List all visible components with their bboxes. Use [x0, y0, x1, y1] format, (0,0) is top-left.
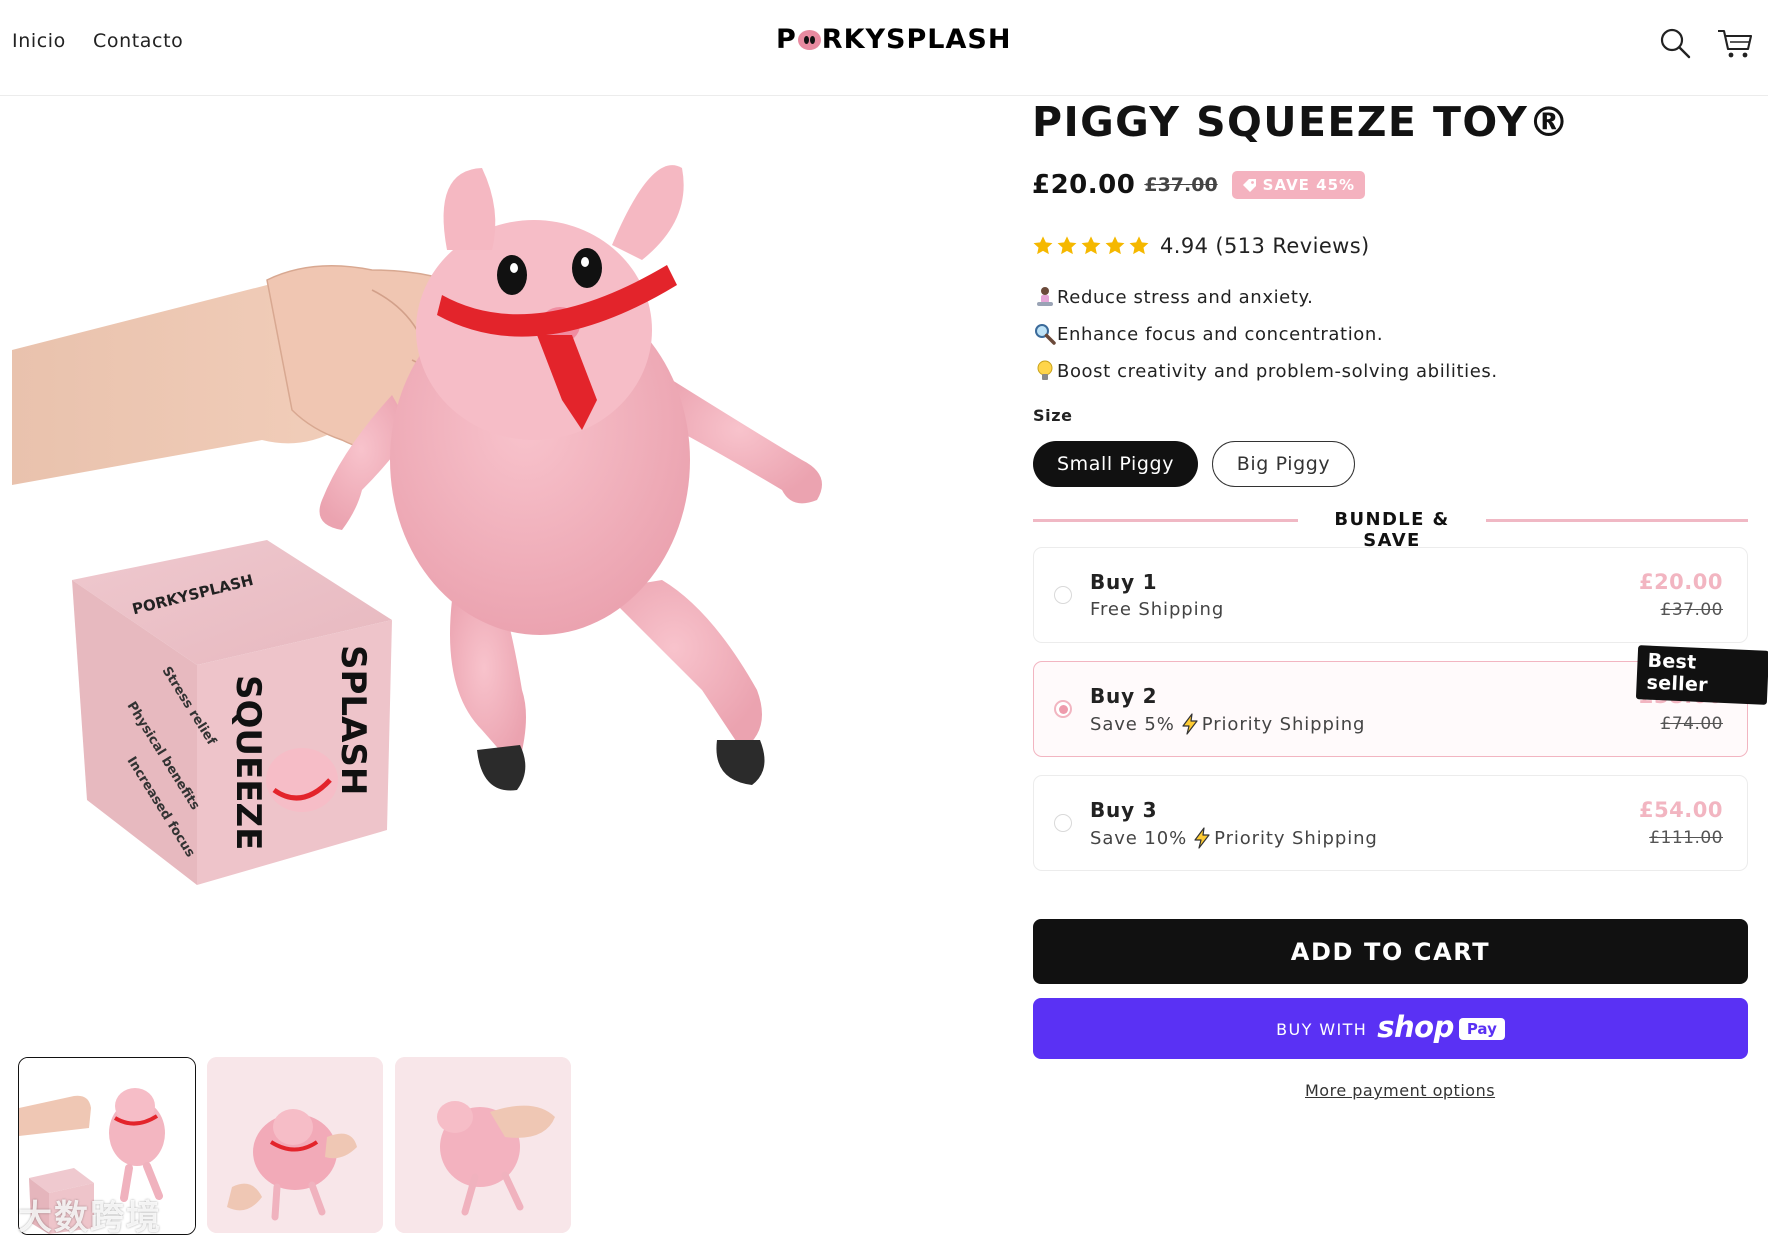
- benefit-item: Enhance focus and concentration.: [1034, 323, 1383, 345]
- sale-price: £20.00: [1032, 170, 1136, 200]
- thumbnail-3[interactable]: [395, 1057, 571, 1233]
- offer-price: £20.00: [1638, 570, 1723, 594]
- best-seller-badge: Best seller: [1635, 645, 1768, 705]
- magnifier-icon: [1034, 323, 1056, 345]
- more-payment-options-link[interactable]: More payment options: [1305, 1081, 1495, 1100]
- tag-icon: [1242, 178, 1256, 192]
- offer-radio[interactable]: [1054, 700, 1072, 718]
- size-option-big-piggy[interactable]: Big Piggy: [1212, 441, 1355, 487]
- star-icon: [1105, 236, 1125, 255]
- offer-subtitle-text: Save 5%: [1090, 713, 1175, 735]
- cart-icon[interactable]: [1716, 26, 1754, 60]
- bundle-divider-left: [1033, 519, 1298, 522]
- watermark-text: 大数跨境: [18, 1198, 162, 1238]
- offer-subtitle-text: Save 10%: [1090, 827, 1188, 849]
- star-icon: [1057, 236, 1077, 255]
- star-icon: [1033, 236, 1053, 255]
- offer-title: Buy 1: [1090, 570, 1158, 594]
- pig-snout-icon: [797, 29, 821, 50]
- offer-subtitle: Save 10% Priority Shipping: [1090, 827, 1378, 849]
- offer-subtitle-text: Free Shipping: [1090, 599, 1225, 620]
- box-side-splash: SPLASH: [333, 645, 373, 795]
- brand-logo[interactable]: P RKYSPLASH: [776, 24, 1011, 55]
- logo-text-end: RKYSPLASH: [821, 24, 1012, 55]
- lightning-icon: [1194, 827, 1210, 849]
- shop-pay-brand: shop: [1377, 1009, 1454, 1044]
- offer-shipping-text: Priority Shipping: [1214, 827, 1378, 849]
- search-icon[interactable]: [1658, 26, 1692, 60]
- box-side-squeeze: SQUEEZE: [228, 675, 268, 850]
- nav-link-contacto[interactable]: Contacto: [93, 30, 183, 52]
- benefit-text: Boost creativity and problem-solving abi…: [1057, 360, 1498, 382]
- benefit-item: Boost creativity and problem-solving abi…: [1034, 360, 1498, 382]
- rating-row[interactable]: 4.94 (513 Reviews): [1032, 234, 1370, 258]
- main-product-image[interactable]: PORKYSPLASH Stress relief Physical benef…: [12, 130, 952, 1030]
- size-option-small-piggy[interactable]: Small Piggy: [1033, 441, 1198, 487]
- star-icon: [1129, 236, 1149, 255]
- star-icon: [1081, 236, 1101, 255]
- save-badge-text: SAVE 45%: [1262, 176, 1356, 194]
- offer-shipping-text: Priority Shipping: [1201, 713, 1366, 735]
- offer-subtitle: Free Shipping: [1090, 599, 1224, 620]
- benefit-item: Reduce stress and anxiety.: [1034, 286, 1314, 308]
- bundle-title: BUNDLE & SAVE: [1334, 509, 1450, 551]
- offer-compare-price: £111.00: [1649, 828, 1723, 848]
- bundle-offer-buy-1[interactable]: Buy 1 Free Shipping £20.00 £37.00: [1033, 547, 1748, 643]
- meditation-icon: [1034, 286, 1056, 308]
- offer-compare-price: £37.00: [1660, 600, 1723, 620]
- offer-compare-price: £74.00: [1660, 714, 1723, 734]
- product-title: PIGGY SQUEEZE TOY®: [1032, 98, 1571, 146]
- bundle-offer-buy-3[interactable]: Buy 3 Save 10% Priority Shipping £54.00 …: [1033, 775, 1748, 871]
- lightbulb-icon: [1034, 360, 1056, 382]
- save-badge: SAVE 45%: [1231, 171, 1366, 199]
- add-to-cart-button[interactable]: ADD TO CART: [1033, 919, 1748, 984]
- offer-title: Buy 2: [1090, 684, 1158, 708]
- logo-text-start: P: [776, 24, 797, 55]
- shop-pay-suffix: Pay: [1458, 1017, 1505, 1040]
- rating-text: 4.94 (513 Reviews): [1160, 234, 1370, 258]
- site-header: Inicio Contacto P RKYSPLASH: [0, 0, 1768, 96]
- price-row: £20.00 £37.00 SAVE 45%: [1032, 170, 1366, 200]
- benefit-text: Enhance focus and concentration.: [1057, 323, 1384, 345]
- offer-radio[interactable]: [1054, 586, 1072, 604]
- benefit-text: Reduce stress and anxiety.: [1057, 286, 1314, 308]
- offer-price: £54.00: [1638, 798, 1723, 822]
- offer-title: Buy 3: [1090, 798, 1158, 822]
- nav-link-inicio[interactable]: Inicio: [12, 30, 66, 52]
- offer-radio[interactable]: [1054, 814, 1072, 832]
- shop-pay-button[interactable]: BUY WITH shop Pay: [1033, 998, 1748, 1059]
- bundle-divider-right: [1486, 519, 1748, 522]
- thumbnail-2[interactable]: [207, 1057, 383, 1233]
- shop-pay-prefix: BUY WITH: [1276, 1020, 1368, 1039]
- size-label: Size: [1033, 406, 1073, 425]
- compare-price: £37.00: [1144, 174, 1218, 196]
- lightning-icon: [1182, 713, 1198, 735]
- offer-subtitle: Save 5% Priority Shipping: [1090, 713, 1365, 735]
